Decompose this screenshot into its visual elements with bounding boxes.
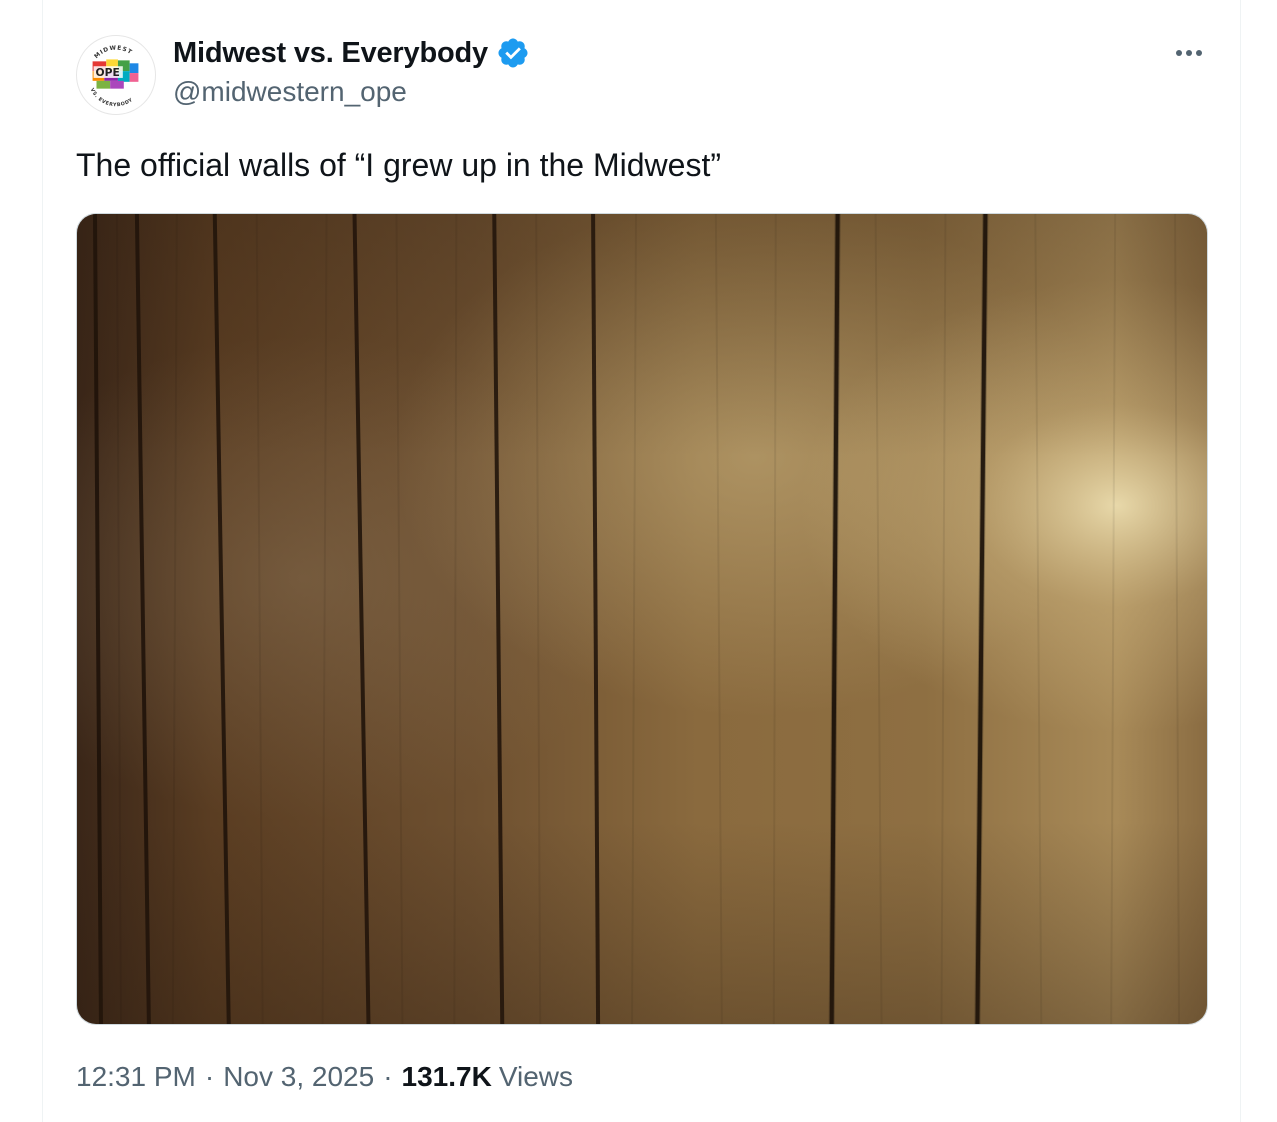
wood-panel-image <box>77 214 1207 1024</box>
more-dot <box>1176 50 1182 56</box>
avatar-center-text: OPE <box>96 66 120 79</box>
avatar-logo-icon: MIDWEST VS. EVERYBODY OPE <box>77 36 155 114</box>
more-dot <box>1186 50 1192 56</box>
more-options-icon[interactable] <box>1168 38 1210 68</box>
author-display-name[interactable]: Midwest vs. Everybody <box>173 37 488 70</box>
tweet-text: The official walls of “I grew up in the … <box>76 147 721 183</box>
card-border-right <box>1240 0 1241 1122</box>
tweet-meta: 12:31 PM · Nov 3, 2025 · 131.7K Views <box>76 1058 573 1096</box>
tweet-page: MIDWEST VS. EVERYBODY OPE Midwest vs. Ev… <box>0 0 1277 1122</box>
meta-separator: · <box>383 1061 393 1092</box>
views-label: Views <box>498 1061 573 1092</box>
more-dot <box>1196 50 1202 56</box>
author-name-row: Midwest vs. Everybody <box>173 34 530 72</box>
author-handle[interactable]: @midwestern_ope <box>173 76 407 108</box>
views-count: 131.7K <box>401 1061 492 1092</box>
card-border-left <box>42 0 43 1122</box>
avatar[interactable]: MIDWEST VS. EVERYBODY OPE <box>76 35 156 115</box>
meta-separator: · <box>204 1061 215 1092</box>
tweet-time-link[interactable]: 12:31 PM <box>76 1058 196 1096</box>
verified-badge-icon[interactable] <box>496 36 530 70</box>
tweet-media-image[interactable] <box>76 213 1208 1025</box>
tweet-date-link[interactable]: Nov 3, 2025 <box>223 1058 374 1096</box>
